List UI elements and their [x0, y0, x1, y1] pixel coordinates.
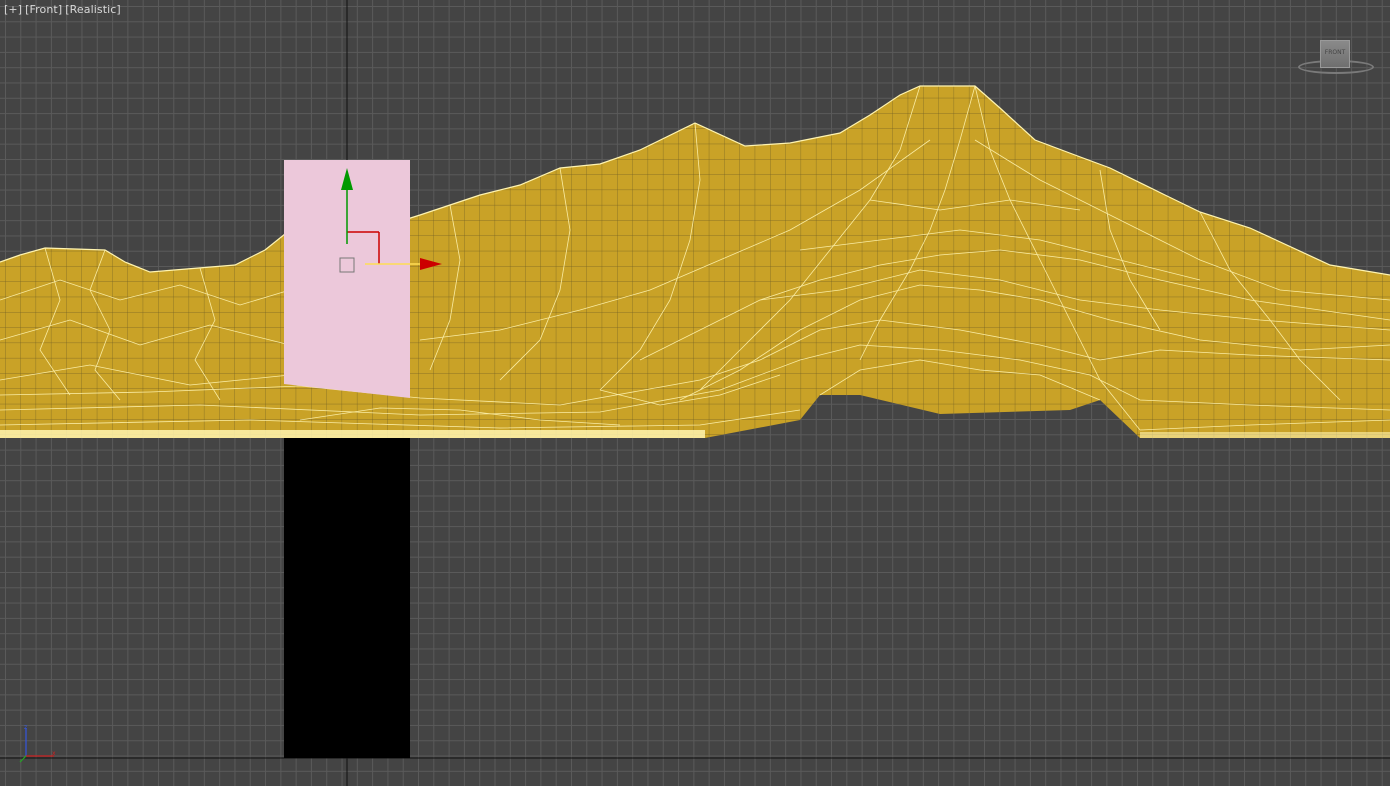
- world-axis-icon: z x: [19, 724, 56, 763]
- svg-text:z: z: [24, 724, 27, 731]
- svg-text:x: x: [52, 750, 56, 757]
- viewcube-icon[interactable]: FRONT: [1298, 38, 1374, 78]
- viewport-label[interactable]: [+] [Front] [Realistic]: [4, 3, 124, 16]
- scene-canvas[interactable]: [0, 0, 1390, 786]
- viewport-view-button[interactable]: [Front]: [25, 3, 62, 16]
- shadow-box[interactable]: [284, 438, 410, 758]
- terrain-mesh[interactable]: [0, 85, 1390, 438]
- viewcube-face[interactable]: FRONT: [1320, 40, 1350, 68]
- viewport-menu-button[interactable]: [+]: [4, 3, 22, 16]
- front-viewport[interactable]: [+] [Front] [Realistic] FRONT z x: [0, 0, 1390, 786]
- viewport-shading-button[interactable]: [Realistic]: [65, 3, 121, 16]
